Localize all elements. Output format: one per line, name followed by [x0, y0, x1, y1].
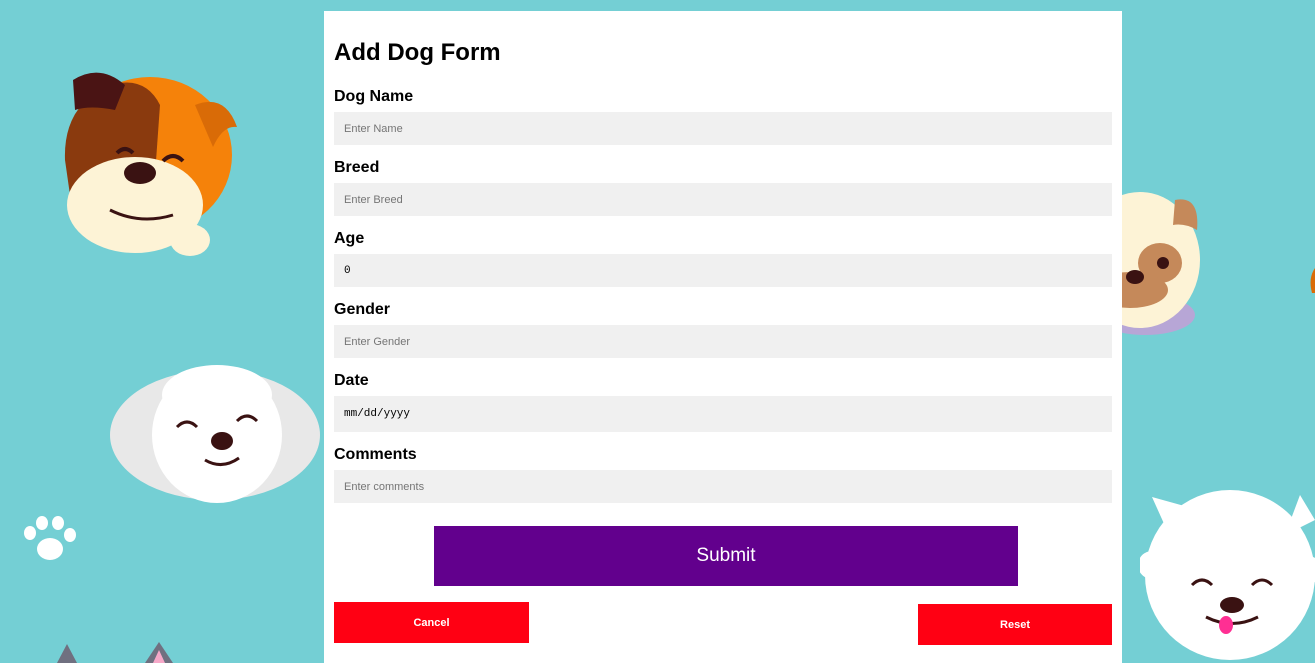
reset-button[interactable]: Reset: [918, 604, 1112, 645]
form-title: Add Dog Form: [334, 39, 501, 66]
add-dog-form: Add Dog Form Dog Name Breed Age Gender D…: [324, 11, 1122, 663]
date-label: Date: [334, 372, 369, 389]
dog-ears-illustration: [57, 642, 173, 663]
date-input[interactable]: [334, 396, 1112, 432]
maltese-illustration: [110, 365, 320, 503]
gender-label: Gender: [334, 301, 391, 318]
comments-label: Comments: [334, 446, 417, 463]
dog-name-label: Dog Name: [334, 88, 414, 105]
cancel-button[interactable]: Cancel: [334, 602, 529, 643]
bulldog-illustration: [64, 72, 237, 256]
gender-input[interactable]: [334, 325, 1112, 358]
ear-edge-illustration: [1310, 268, 1315, 293]
paw-print-icon: [24, 516, 76, 560]
breed-input[interactable]: [334, 183, 1112, 216]
age-input[interactable]: [334, 254, 1112, 287]
white-fluffy-dog-illustration: [1140, 490, 1315, 660]
submit-button[interactable]: Submit: [434, 526, 1018, 586]
comments-input[interactable]: [334, 470, 1112, 503]
breed-label: Breed: [334, 159, 380, 176]
age-label: Age: [334, 230, 365, 247]
dog-name-input[interactable]: [334, 112, 1112, 145]
